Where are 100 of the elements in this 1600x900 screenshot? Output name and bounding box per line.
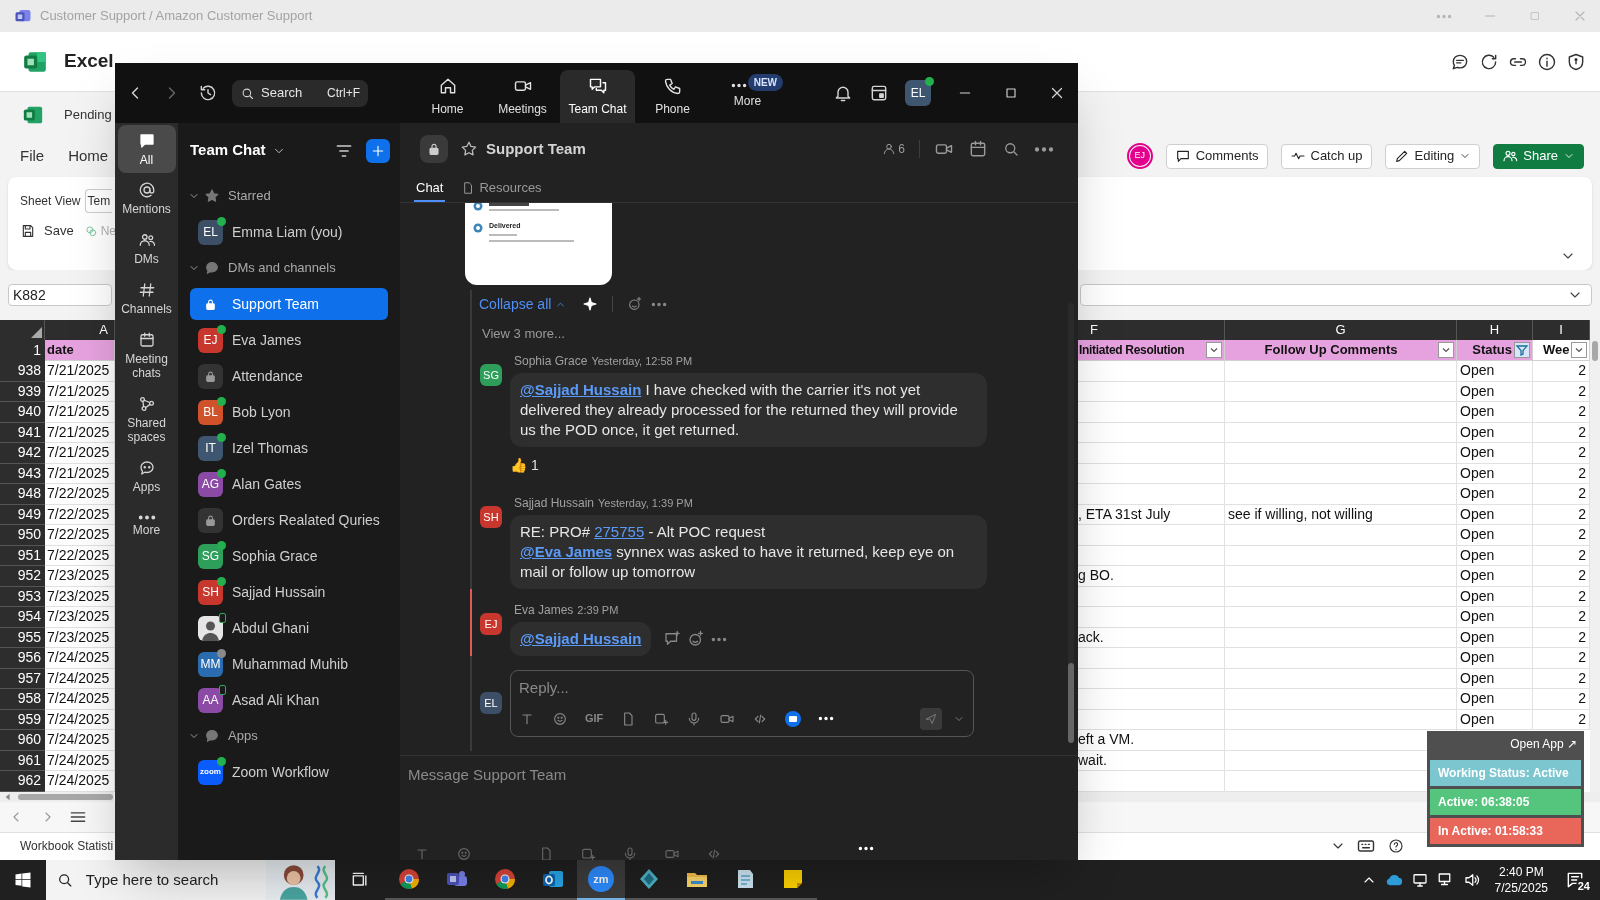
sparkle-icon[interactable]: [582, 296, 599, 312]
scroll-thumb[interactable]: [1592, 341, 1598, 361]
search-field[interactable]: Search Ctrl+F: [232, 79, 368, 107]
code-icon[interactable]: [706, 846, 722, 860]
sidebar-item[interactable]: More: [117, 501, 176, 551]
filter-button[interactable]: [1512, 340, 1532, 361]
scroll-thumb[interactable]: [1068, 663, 1074, 743]
chat-list-item[interactable]: BL Bob Lyon: [190, 396, 388, 428]
chat-list-item[interactable]: SG Sophia Grace: [190, 540, 388, 572]
more-icon[interactable]: [1034, 146, 1054, 152]
toolbar-button[interactable]: Editing: [1384, 143, 1481, 169]
volume-icon[interactable]: [1462, 871, 1481, 889]
select-all-icon[interactable]: [31, 327, 42, 338]
display-icon[interactable]: [1410, 871, 1429, 889]
toolbar-button[interactable]: Catch up: [1280, 143, 1372, 169]
calendar-icon[interactable]: [869, 83, 889, 103]
message-field[interactable]: Message Support Team: [408, 764, 1078, 787]
mention-link[interactable]: @Sajjad Hussain: [520, 630, 642, 647]
author-name[interactable]: Eva James: [514, 601, 574, 619]
gif-button[interactable]: GIF: [585, 710, 604, 727]
app-icon[interactable]: [785, 710, 802, 727]
horizontal-scrollbar[interactable]: [0, 791, 114, 802]
sidebar-item[interactable]: Apps: [117, 451, 176, 501]
reply-icon[interactable]: [663, 630, 682, 648]
toolbar-button[interactable]: Comments: [1165, 143, 1268, 169]
new-chat-button[interactable]: [366, 138, 390, 163]
name-box[interactable]: K882: [8, 284, 112, 306]
open-app-button[interactable]: Open App ↗: [1430, 731, 1581, 757]
sheet-view-dropdown[interactable]: Tem: [84, 189, 112, 213]
chat-tab[interactable]: Resources: [459, 175, 544, 202]
nav-tab[interactable]: Phone: [635, 70, 710, 123]
scroll-thumb[interactable]: [18, 793, 113, 800]
section-header[interactable]: Apps: [178, 718, 400, 754]
start-icon[interactable]: [14, 871, 32, 889]
history-icon[interactable]: [198, 83, 218, 103]
sidebar-item[interactable]: Meeting chats: [117, 323, 176, 387]
status-text[interactable]: Workbook Statisti: [20, 837, 114, 856]
add-reaction-icon[interactable]: [687, 630, 706, 648]
list-title-button[interactable]: Team Chat: [190, 139, 286, 162]
collapse-all-link[interactable]: Collapse all: [479, 293, 567, 315]
help-icon[interactable]: [1388, 838, 1404, 855]
view-more-link[interactable]: View 3 more...: [482, 324, 565, 344]
sidebar-item[interactable]: Channels: [117, 273, 176, 323]
chat-list-item[interactable]: IT Izel Thomas: [190, 432, 388, 464]
screenshot-icon[interactable]: [580, 846, 596, 860]
nav-tab[interactable]: Team Chat: [560, 70, 635, 123]
chat-list-item[interactable]: EJ Eva James: [190, 324, 388, 356]
menu-tab[interactable]: Home: [68, 144, 109, 168]
clock-date[interactable]: 7/25/2025: [1494, 880, 1548, 896]
search-input[interactable]: Type here to search: [85, 868, 266, 892]
chat-list-item[interactable]: Orders Realated Quries: [190, 504, 388, 536]
reply-input[interactable]: Reply...: [519, 677, 965, 700]
reaction-chip[interactable]: 👍 1: [510, 455, 539, 476]
filter-button[interactable]: [1569, 340, 1589, 361]
chat-list-item[interactable]: Attendance: [190, 360, 388, 392]
maximize-icon[interactable]: [1003, 85, 1019, 101]
chat-list-item[interactable]: EL Emma Liam (you): [190, 216, 388, 248]
document-name[interactable]: Pending: [64, 105, 112, 125]
section-header[interactable]: DMs and channels: [178, 250, 400, 286]
chat-tab[interactable]: Chat: [414, 175, 446, 202]
chat-list-item[interactable]: SH Sajjad Hussain: [190, 576, 388, 608]
mention-link[interactable]: @Sajjad Hussain: [520, 381, 642, 398]
emoji-icon[interactable]: [456, 846, 472, 860]
star-icon[interactable]: [460, 140, 478, 158]
chat-list-item[interactable]: Support Team: [190, 288, 388, 320]
vertical-scrollbar[interactable]: [1068, 303, 1074, 743]
more-icon[interactable]: [818, 716, 835, 721]
menu-tab[interactable]: File: [20, 144, 45, 168]
toolbar-button[interactable]: Share: [1493, 143, 1584, 169]
microphone-icon[interactable]: [622, 846, 638, 860]
sidebar-item[interactable]: DMs: [117, 223, 176, 273]
chat-list-item[interactable]: Abdul Ghani: [190, 612, 388, 644]
nav-tab[interactable]: Home: [410, 70, 485, 123]
reply-field[interactable]: Reply... GIF: [510, 670, 974, 737]
chat-list-item[interactable]: AG Alan Gates: [190, 468, 388, 500]
mention-link[interactable]: @Eva James: [520, 543, 613, 560]
save-button[interactable]: Save: [20, 221, 74, 241]
author-name[interactable]: Sophia Grace: [514, 352, 588, 370]
nav-tab[interactable]: NEW More: [710, 70, 785, 123]
send-button[interactable]: [920, 707, 942, 730]
emoji-icon[interactable]: [552, 710, 568, 727]
section-header[interactable]: Starred: [178, 178, 400, 214]
members-button[interactable]: 6: [882, 140, 905, 158]
scroll-left-icon[interactable]: [4, 792, 12, 801]
chat-list-item[interactable]: MM Muhammad Muhib: [190, 648, 388, 680]
more-icon[interactable]: [858, 846, 874, 851]
shield-icon[interactable]: [1566, 51, 1586, 72]
clock-time[interactable]: 2:40 PM: [1498, 864, 1544, 880]
author-name[interactable]: Sajjad Hussain: [514, 494, 595, 512]
search-icon[interactable]: [1002, 140, 1020, 158]
sidebar-item[interactable]: All: [117, 125, 176, 173]
chat-list-item[interactable]: zoom Zoom Workflow: [190, 756, 388, 788]
calendar-icon[interactable]: [968, 139, 988, 159]
filter-button[interactable]: [1204, 340, 1224, 361]
filter-button[interactable]: [1436, 340, 1456, 361]
search-input[interactable]: Search: [261, 83, 317, 103]
search-field[interactable]: Type here to search: [46, 860, 335, 900]
add-reaction-icon[interactable]: [627, 296, 644, 312]
info-icon[interactable]: [1537, 51, 1557, 72]
chat-list-item[interactable]: AA Asad Ali Khan: [190, 684, 388, 716]
